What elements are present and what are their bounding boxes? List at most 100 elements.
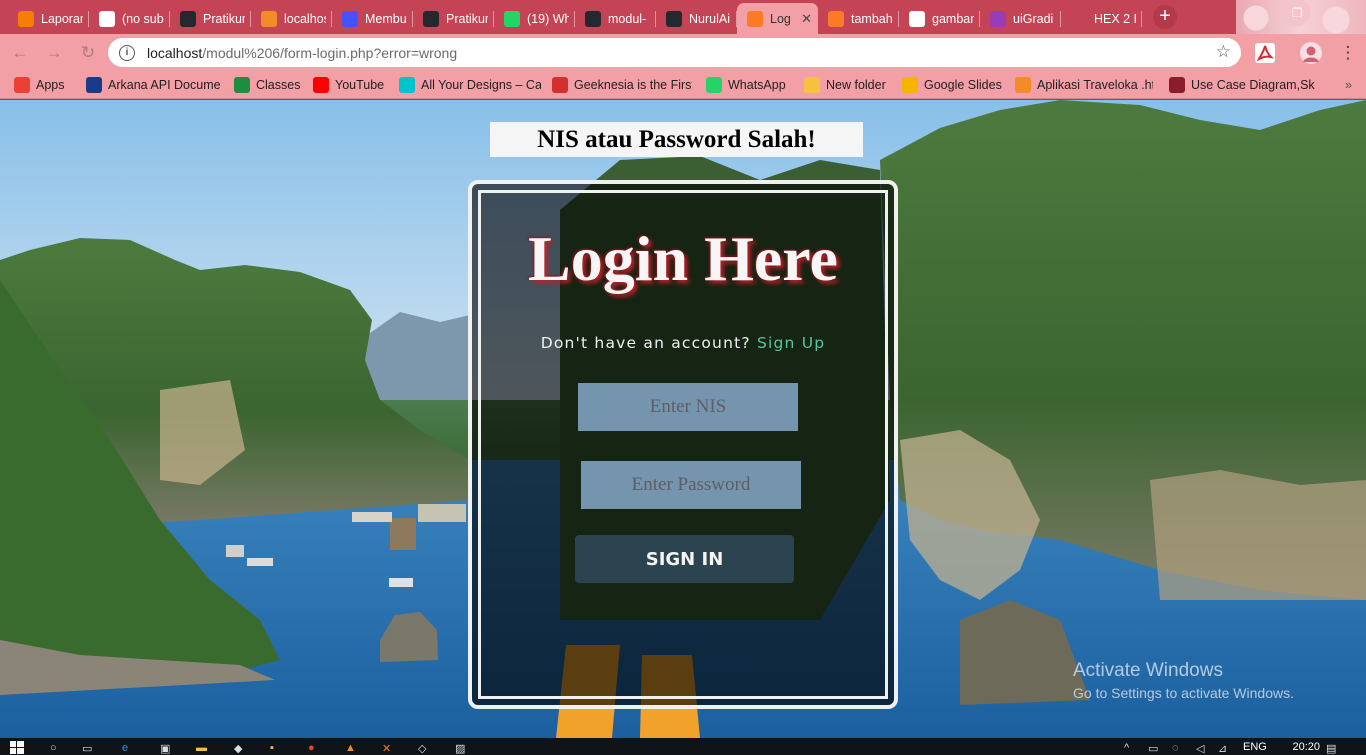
action-center-icon[interactable]: ⊿	[1218, 742, 1227, 755]
signup-prompt-text: Don't have an account?	[540, 334, 751, 352]
acrobat-extension-icon[interactable]	[1254, 42, 1276, 64]
browser-tab[interactable]: Membu	[332, 3, 413, 34]
windows-taskbar: ○ ▭ e ▣ ▬ ◆ ▪ ● ▲ ✕ ◇ ▨ ^ ▭ ◌ ◁ ⊿ ENG 20…	[0, 738, 1366, 755]
error-alert: NIS atau Password Salah!	[490, 122, 863, 157]
bookmark-item[interactable]: YouTube	[313, 76, 384, 94]
github-icon	[180, 10, 196, 27]
watermark-subtitle: Go to Settings to activate Windows.	[1073, 685, 1294, 701]
browser-tab[interactable]: NurulAi	[656, 3, 737, 34]
github-icon	[585, 10, 601, 27]
webflow-icon	[342, 10, 358, 27]
apps-grid-icon	[14, 77, 30, 93]
nis-input[interactable]	[578, 383, 798, 431]
volume-icon[interactable]: ◁	[1196, 742, 1204, 755]
sticky-notes-icon[interactable]: ▪	[270, 742, 274, 755]
new-tab-button[interactable]: +	[1153, 5, 1177, 29]
windows-start-icon[interactable]	[10, 741, 24, 754]
xampp-icon	[261, 10, 277, 27]
youtube-icon	[313, 77, 329, 93]
folder-icon	[804, 77, 820, 93]
signup-prompt: Don't have an account? Sign Up	[472, 334, 894, 352]
tab-label: Pratikum	[446, 11, 488, 26]
chrome-icon[interactable]: ●	[308, 742, 315, 755]
tab-separator	[1141, 11, 1142, 27]
search-icon[interactable]: ○	[50, 742, 57, 755]
task-view-icon[interactable]: ▭	[82, 742, 92, 755]
tab-label: NurulAi	[689, 11, 730, 26]
bookmarks-overflow-icon[interactable]: »	[1345, 78, 1352, 92]
forward-icon[interactable]: →	[42, 41, 66, 65]
tab-label: (no sub	[122, 11, 164, 26]
notifications-icon[interactable]: ▤	[1326, 742, 1336, 755]
bookmark-label: All Your Designs – Ca	[421, 78, 541, 92]
github-icon	[666, 10, 682, 27]
bookmark-item[interactable]: All Your Designs – Ca	[399, 76, 541, 94]
back-icon[interactable]: ←	[8, 41, 32, 65]
photos-icon[interactable]: ▨	[455, 742, 465, 755]
close-tab-icon[interactable]: ✕	[795, 11, 812, 27]
bird-icon	[86, 77, 102, 93]
url-text[interactable]: localhost/modul%206/form-login.php?error…	[147, 45, 457, 61]
bookmark-item[interactable]: Use Case Diagram,Sk	[1169, 76, 1315, 94]
tray-overflow-icon[interactable]: ^	[1124, 742, 1129, 755]
bookmark-label: WhatsApp	[728, 78, 786, 92]
xampp-icon	[828, 10, 844, 27]
xampp-taskbar-icon[interactable]: ✕	[382, 742, 391, 755]
edge-icon[interactable]: e	[122, 742, 128, 755]
battery-icon[interactable]: ◌	[1172, 742, 1179, 755]
signup-link[interactable]: Sign Up	[757, 334, 825, 352]
bookmark-item[interactable]: Aplikasi Traveloka .ht	[1015, 76, 1153, 94]
browser-tab[interactable]: gambar	[899, 3, 980, 34]
browser-tab[interactable]: localhost	[251, 3, 332, 34]
bookmark-item[interactable]: Apps	[14, 76, 65, 94]
tab-label: Laporan	[41, 11, 83, 26]
bookmark-item[interactable]: WhatsApp	[706, 76, 786, 94]
clock[interactable]: 20:20	[1292, 741, 1320, 753]
uigradients-icon	[990, 10, 1006, 27]
tab-strip: Laporan (no sub Pratikum localhost Membu Prat…	[0, 0, 1366, 34]
tab-label: tambah	[851, 11, 893, 26]
tab-label: uiGradi	[1013, 11, 1054, 26]
bookmark-star-icon[interactable]: ☆	[1216, 42, 1231, 62]
bookmark-item[interactable]: Classes	[234, 76, 300, 94]
tab-label: Pratikum	[203, 11, 245, 26]
whatsapp-icon	[706, 77, 722, 93]
sublime-icon[interactable]: ▲	[345, 742, 356, 755]
bookmark-item[interactable]: Google Slides	[902, 76, 1002, 94]
app-icon[interactable]: ◆	[234, 742, 242, 755]
network-icon[interactable]: ▭	[1148, 742, 1158, 755]
bookmark-label: Arkana API Documen	[108, 78, 220, 92]
reload-icon[interactable]: ↻	[76, 41, 100, 65]
browser-tab[interactable]: Pratikum	[413, 3, 494, 34]
sign-in-button[interactable]: SIGN IN	[575, 535, 794, 583]
browser-tab[interactable]: Pratikum	[170, 3, 251, 34]
bookmark-item[interactable]: New folder	[804, 76, 886, 94]
browser-tab[interactable]: tambah	[818, 3, 899, 34]
bookmark-label: YouTube	[335, 78, 385, 92]
profile-avatar[interactable]	[1300, 42, 1322, 64]
restore-icon[interactable]: ❐	[1292, 6, 1303, 20]
browser-tab[interactable]: uiGradi	[980, 3, 1061, 34]
file-explorer-icon[interactable]: ▬	[196, 742, 207, 755]
browser-tab[interactable]: (no sub	[89, 3, 170, 34]
bookmark-label: Google Slides	[924, 78, 1002, 92]
password-input[interactable]	[581, 461, 801, 509]
browser-tab[interactable]: Log ✕	[737, 3, 818, 34]
address-bar[interactable]: i localhost/modul%206/form-login.php?err…	[108, 38, 1241, 67]
menu-kebab-icon[interactable]: ⋮	[1336, 41, 1360, 65]
browser-tab[interactable]: HEX 2 R	[1061, 3, 1142, 34]
browser-tab[interactable]: modul-	[575, 3, 656, 34]
store-icon[interactable]: ▣	[160, 742, 170, 755]
bookmark-label: Aplikasi Traveloka .ht	[1037, 78, 1153, 92]
tab-label: Log	[770, 11, 791, 26]
git-icon[interactable]: ◇	[418, 742, 426, 755]
site-info-icon[interactable]: i	[119, 44, 135, 61]
gmail-icon	[99, 10, 115, 27]
language-indicator[interactable]: ENG	[1243, 741, 1267, 753]
blogger-icon	[18, 10, 34, 27]
bookmark-item[interactable]: Arkana API Documen	[86, 76, 220, 94]
browser-tab[interactable]: (19) Wh	[494, 3, 575, 34]
bookmark-item[interactable]: Geeknesia is the First	[552, 76, 692, 94]
browser-tab[interactable]: Laporan	[8, 3, 89, 34]
slides-icon	[902, 77, 918, 93]
